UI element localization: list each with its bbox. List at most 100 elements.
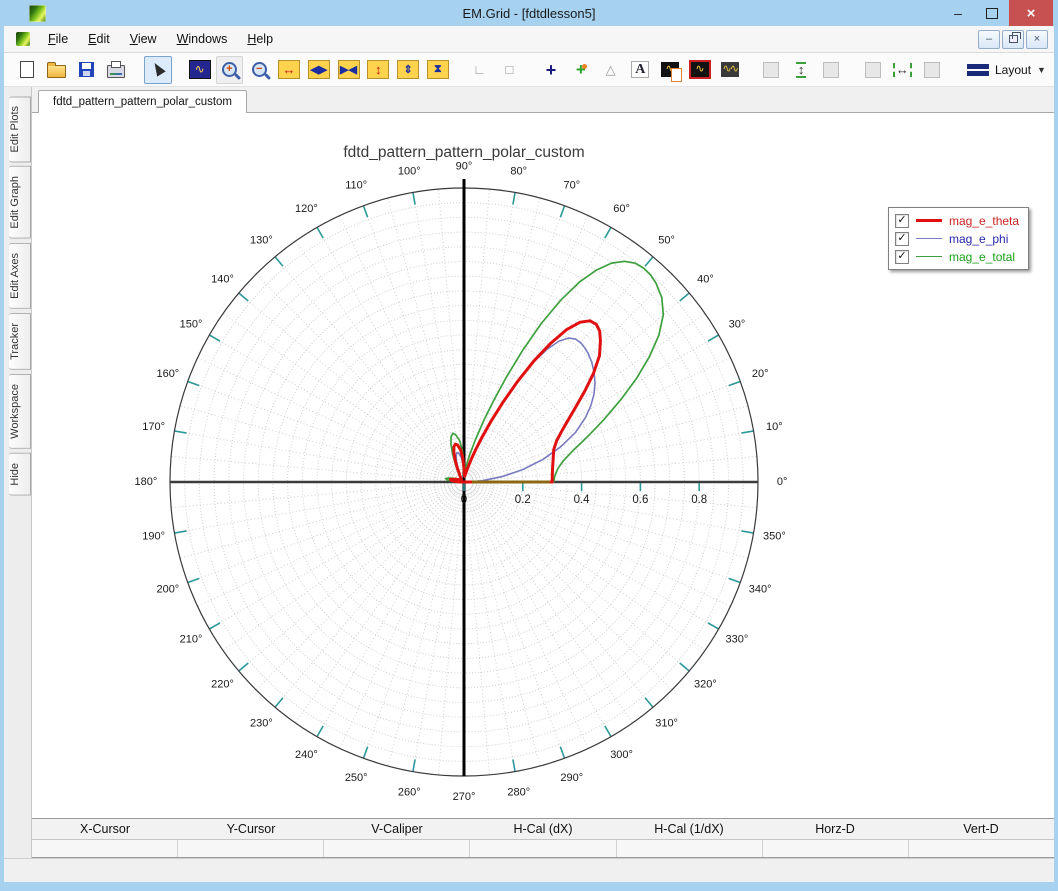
- grid-spoke: [223, 487, 457, 651]
- menu-item-windows[interactable]: Windows: [167, 28, 238, 50]
- legend-line-swatch: [916, 238, 942, 239]
- fit-plot-button[interactable]: ∿: [186, 56, 214, 84]
- tab-fdtd-pattern-polar-custom[interactable]: fdtd_pattern_pattern_polar_custom: [38, 90, 247, 113]
- zoom-out-icon: −: [252, 62, 267, 77]
- zoom-out-button[interactable]: −: [245, 56, 273, 84]
- plot-window-button[interactable]: ∿: [686, 56, 714, 84]
- angle-label: 220°: [211, 678, 234, 690]
- print-button[interactable]: [102, 56, 130, 84]
- legend-checkbox-mag_e_theta[interactable]: ✓: [895, 214, 909, 228]
- text-annotation-icon: A: [631, 61, 649, 78]
- rim-tick: [645, 698, 653, 707]
- pan-y-button[interactable]: ⇕: [394, 56, 422, 84]
- grid-spoke: [256, 274, 458, 476]
- grid-spoke: [317, 490, 460, 737]
- rim-tick: [174, 431, 186, 433]
- legend-checkbox-mag_e_total[interactable]: ✓: [895, 250, 909, 264]
- rim-tick: [413, 192, 415, 204]
- pane-left-button: [758, 56, 786, 84]
- expand-x-icon: ↔: [278, 60, 300, 79]
- rim-tick: [729, 578, 741, 582]
- menu-item-view[interactable]: View: [120, 28, 167, 50]
- tracker-button[interactable]: +: [567, 56, 595, 84]
- mdi-minimize-button[interactable]: –: [978, 30, 1000, 49]
- expand-x-button[interactable]: ↔: [275, 56, 303, 84]
- zoom-in-button[interactable]: +: [216, 56, 244, 84]
- angle-label: 120°: [295, 203, 318, 215]
- menu-item-file[interactable]: File: [38, 28, 78, 50]
- mdi-close-button[interactable]: ×: [1026, 30, 1048, 49]
- pane-bottom-button: [918, 56, 946, 84]
- plot-report-button[interactable]: ∿: [656, 56, 684, 84]
- angle-label: 50°: [658, 234, 675, 246]
- legend-checkbox-mag_e_phi[interactable]: ✓: [895, 232, 909, 246]
- pointer-tool-button[interactable]: [144, 56, 172, 84]
- layout-button[interactable]: Layout▼: [960, 56, 1053, 84]
- expand-y-button[interactable]: ↕: [364, 56, 392, 84]
- legend-row-mag_e_phi: ✓ mag_e_phi: [895, 231, 1019, 246]
- legend[interactable]: ✓mag_e_theta✓mag_e_phi✓mag_e_total: [888, 207, 1029, 270]
- rim-tick: [645, 257, 653, 266]
- rim-tick: [188, 578, 200, 582]
- grid-spoke: [470, 488, 672, 690]
- sidebar-tab-workspace[interactable]: Workspace: [9, 374, 31, 449]
- pan-x-in-button[interactable]: ▶◀: [335, 56, 363, 84]
- grid-spoke: [468, 227, 611, 474]
- new-document-button[interactable]: [13, 56, 41, 84]
- grid-spoke: [413, 491, 463, 772]
- angle-label: 270°: [453, 791, 476, 803]
- rim-tick: [680, 293, 689, 301]
- grid-spoke: [223, 313, 457, 477]
- grid-spoke: [466, 491, 540, 766]
- angle-label: 280°: [507, 786, 530, 798]
- toolbar-separator: [846, 57, 858, 83]
- axes-corner-button: ∟: [466, 56, 494, 84]
- fit-horizontal-button[interactable]: ↔: [889, 56, 917, 84]
- axes-corner-icon: ∟: [473, 62, 486, 77]
- toolbar-separator: [947, 57, 959, 83]
- status-bar: [4, 858, 1054, 882]
- autoscale-y-button[interactable]: ⧗: [424, 56, 452, 84]
- rim-tick: [239, 663, 248, 671]
- fit-vertical-button[interactable]: ↕: [787, 56, 815, 84]
- rect-zoom-icon: □: [505, 62, 513, 77]
- angle-label: 240°: [295, 749, 318, 761]
- pane-placeholder-icon: [924, 62, 940, 78]
- grid-spoke: [188, 485, 456, 583]
- grid-spoke: [388, 198, 462, 473]
- grid-spoke: [239, 293, 457, 476]
- grid-spoke: [470, 489, 653, 707]
- grid-spoke: [198, 358, 456, 479]
- pane-placeholder-icon: [763, 62, 779, 78]
- pan-x-out-button[interactable]: ◀▶: [305, 56, 333, 84]
- toolbar-separator: [745, 57, 757, 83]
- sidebar-tab-edit-plots[interactable]: Edit Plots: [9, 96, 31, 162]
- sidebar-tab-tracker[interactable]: Tracker: [9, 313, 31, 370]
- sidebar-tab-hide[interactable]: Hide: [9, 453, 31, 496]
- save-button[interactable]: [73, 56, 101, 84]
- angle-label: 160°: [156, 368, 179, 380]
- rim-tick: [741, 431, 753, 433]
- sidebar-tab-edit-graph[interactable]: Edit Graph: [9, 166, 31, 239]
- pane-placeholder-icon: [823, 62, 839, 78]
- legend-line-swatch: [916, 256, 942, 257]
- open-folder-icon: [47, 65, 66, 78]
- mdi-restore-button[interactable]: [1002, 30, 1024, 49]
- grid-spoke: [468, 216, 589, 474]
- sidebar-tab-edit-axes[interactable]: Edit Axes: [9, 243, 31, 309]
- crosshair-button[interactable]: +: [537, 56, 565, 84]
- menu-item-edit[interactable]: Edit: [78, 28, 120, 50]
- menu-item-help[interactable]: Help: [237, 28, 283, 50]
- text-annotation-button[interactable]: A: [626, 56, 654, 84]
- rim-tick: [560, 206, 564, 218]
- angle-label: 10°: [766, 421, 783, 433]
- side-tab-strip: Edit Plots Edit Graph Edit Axes Tracker Work…: [4, 87, 31, 858]
- open-button[interactable]: [43, 56, 71, 84]
- rim-tick: [513, 192, 515, 204]
- save-floppy-icon: [79, 62, 94, 77]
- angle-label: 250°: [345, 772, 368, 784]
- legend-label-mag_e_phi: mag_e_phi: [949, 232, 1008, 246]
- toolbar-separator: [173, 57, 185, 83]
- overlay-plots-button[interactable]: ∿∿: [716, 56, 744, 84]
- angle-label: 180°: [135, 476, 158, 488]
